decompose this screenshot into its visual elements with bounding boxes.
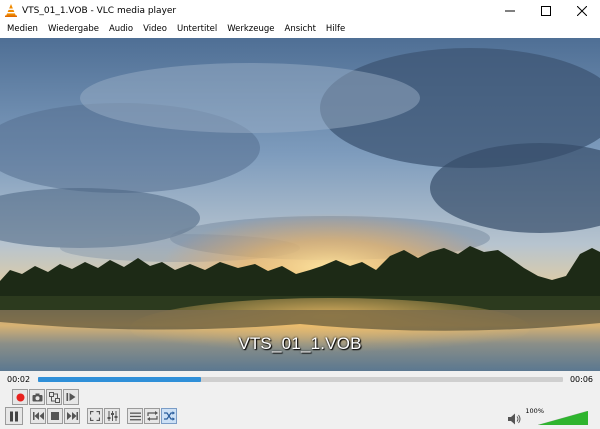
- previous-button[interactable]: [30, 408, 46, 424]
- vlc-cone-icon: [4, 4, 18, 18]
- total-time: 00:06: [569, 375, 593, 384]
- menu-untertitel[interactable]: Untertitel: [172, 21, 222, 38]
- menu-bar: Medien Wiedergabe Audio Video Untertitel…: [0, 21, 600, 38]
- record-icon: [16, 393, 24, 401]
- menu-audio[interactable]: Audio: [104, 21, 138, 38]
- frame-step-button[interactable]: [63, 389, 79, 405]
- menu-video[interactable]: Video: [138, 21, 172, 38]
- close-icon: [577, 5, 587, 16]
- seek-slider[interactable]: [38, 377, 563, 382]
- seek-row: 00:02 00:06: [0, 371, 600, 389]
- advanced-controls: [12, 388, 80, 406]
- repeat-icon: [146, 411, 158, 421]
- video-frame: [0, 38, 600, 371]
- pause-button[interactable]: [5, 407, 23, 425]
- menu-wiedergabe[interactable]: Wiedergabe: [43, 21, 104, 38]
- menu-werkzeuge[interactable]: Werkzeuge: [222, 21, 279, 38]
- stop-button[interactable]: [47, 408, 63, 424]
- shuffle-button[interactable]: [161, 408, 177, 424]
- shuffle-icon: [163, 411, 175, 421]
- loop-button[interactable]: [144, 408, 160, 424]
- video-display[interactable]: VTS_01_1.VOB: [0, 38, 600, 371]
- loop-ab-icon: [48, 391, 60, 403]
- main-controls: [5, 407, 178, 425]
- record-button[interactable]: [12, 389, 28, 405]
- speaker-icon[interactable]: [508, 413, 522, 425]
- playlist-button[interactable]: [127, 408, 143, 424]
- stop-icon: [51, 412, 59, 420]
- menu-hilfe[interactable]: Hilfe: [321, 21, 350, 38]
- next-button[interactable]: [64, 408, 80, 424]
- equalizer-icon: [107, 411, 117, 421]
- maximize-icon: [541, 5, 551, 16]
- menu-ansicht[interactable]: Ansicht: [280, 21, 321, 38]
- fullscreen-icon: [90, 411, 100, 421]
- window-title: VTS_01_1.VOB - VLC media player: [22, 5, 177, 16]
- minimize-button[interactable]: [492, 0, 528, 21]
- volume-slider[interactable]: [538, 411, 588, 425]
- skip-forward-icon: [66, 412, 78, 420]
- skip-back-icon: [32, 412, 44, 420]
- volume-control[interactable]: 100%: [508, 407, 588, 427]
- close-button[interactable]: [564, 0, 600, 21]
- title-bar: VTS_01_1.VOB - VLC media player: [0, 0, 600, 21]
- maximize-button[interactable]: [528, 0, 564, 21]
- snapshot-button[interactable]: [29, 389, 45, 405]
- menu-medien[interactable]: Medien: [2, 21, 43, 38]
- loop-ab-button[interactable]: [46, 389, 62, 405]
- extended-settings-button[interactable]: [104, 408, 120, 424]
- fullscreen-button[interactable]: [87, 408, 103, 424]
- playlist-icon: [129, 412, 141, 420]
- subtitle-text: VTS_01_1.VOB: [238, 334, 362, 353]
- frame-step-icon: [66, 393, 76, 401]
- camera-icon: [32, 393, 42, 401]
- current-time: 00:02: [7, 375, 31, 384]
- pause-icon: [10, 411, 18, 421]
- minimize-icon: [505, 10, 515, 11]
- seek-progress: [38, 377, 201, 382]
